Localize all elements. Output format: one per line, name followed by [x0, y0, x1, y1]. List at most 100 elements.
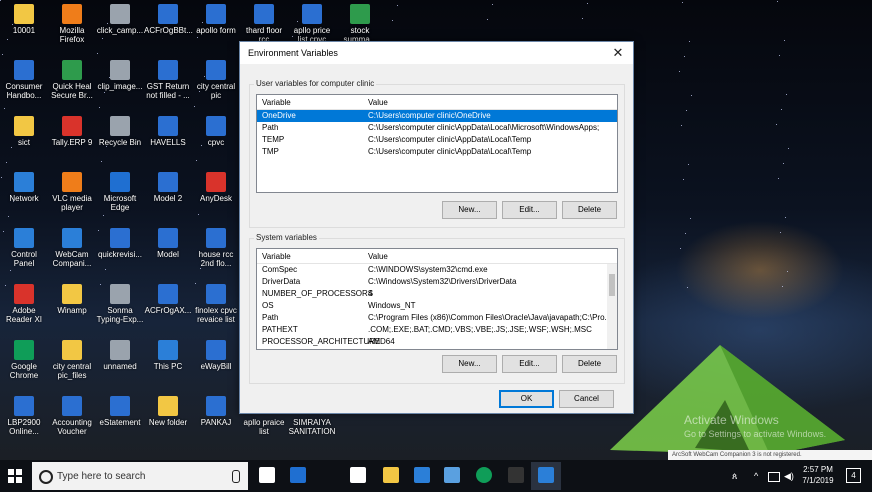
desktop-icon[interactable]: WebCam Compani...: [48, 228, 96, 268]
microphone-icon[interactable]: [232, 470, 240, 483]
column-header-variable[interactable]: Variable: [262, 98, 291, 107]
desktop-icon[interactable]: apollo form: [192, 4, 240, 35]
desktop-icon[interactable]: unnamed: [96, 340, 144, 371]
desktop-icon[interactable]: Winamp: [48, 284, 96, 315]
system-variables-list[interactable]: Variable Value ComSpec C:\WINDOWS\system3…: [256, 248, 618, 350]
task-view-icon[interactable]: [259, 467, 275, 483]
list-row[interactable]: ComSpec C:\WINDOWS\system32\cmd.exe: [257, 264, 617, 276]
user-edit-button[interactable]: Edit...: [502, 201, 557, 219]
notification-center-icon[interactable]: 4: [846, 468, 861, 483]
desktop-icon[interactable]: PANKAJ: [192, 396, 240, 427]
app-icon[interactable]: [414, 467, 430, 483]
system-delete-button[interactable]: Delete: [562, 355, 617, 373]
close-icon[interactable]: ✕: [609, 44, 627, 62]
edge-icon[interactable]: [290, 467, 306, 483]
desktop-icon[interactable]: ACFrOgAX...: [144, 284, 192, 315]
desktop-icon[interactable]: Consumer Handbo...: [0, 60, 48, 100]
list-row[interactable]: TEMP C:\Users\computer clinic\AppData\Loc…: [257, 134, 617, 146]
desktop-icon[interactable]: city central pic_files: [48, 340, 96, 380]
list-row[interactable]: OneDrive C:\Users\computer clinic\OneDriv…: [257, 110, 617, 122]
desktop-icon[interactable]: Recycle Bin: [96, 116, 144, 147]
list-row[interactable]: NUMBER_OF_PROCESSORS 4: [257, 288, 617, 300]
cmd-icon[interactable]: [508, 467, 524, 483]
arcsoft-banner[interactable]: ArcSoft WebCam Companion 3 is not regist…: [668, 450, 872, 460]
user-new-button[interactable]: New...: [442, 201, 497, 219]
column-header-value[interactable]: Value: [368, 252, 388, 261]
desktop-icon[interactable]: Adobe Reader XI: [0, 284, 48, 324]
desktop-icon[interactable]: LBP2900 Online...: [0, 396, 48, 436]
clock[interactable]: 2:57 PM 7/1/2019: [802, 464, 834, 486]
list-row[interactable]: DriverData C:\Windows\System32\Drivers\Dr…: [257, 276, 617, 288]
desktop-icon[interactable]: sict: [0, 116, 48, 147]
list-row[interactable]: Path C:\Program Files (x86)\Common Files\…: [257, 312, 617, 324]
desktop-icon[interactable]: thard floor rcc: [240, 4, 288, 44]
star: [778, 178, 779, 179]
desktop-icon[interactable]: AnyDesk: [192, 172, 240, 203]
scrollbar-thumb[interactable]: [609, 274, 615, 296]
desktop-icon[interactable]: Google Chrome: [0, 340, 48, 380]
desktop-icon[interactable]: house rcc 2nd flo...: [192, 228, 240, 268]
app-icon[interactable]: [444, 467, 460, 483]
ime-indicator[interactable]: ጰ: [732, 471, 737, 482]
desktop-icon[interactable]: VLC media player: [48, 172, 96, 212]
file-explorer-icon[interactable]: [383, 467, 399, 483]
desktop-icon-label: Quick Heal Secure Br...: [51, 82, 93, 100]
volume-icon[interactable]: ◀): [784, 471, 794, 482]
user-variables-list[interactable]: Variable Value OneDrive C:\Users\computer…: [256, 94, 618, 193]
desktop-icon[interactable]: Model: [144, 228, 192, 259]
start-button[interactable]: [8, 469, 22, 483]
desktop-icon[interactable]: stock summa...: [336, 4, 384, 44]
system-edit-button[interactable]: Edit...: [502, 355, 557, 373]
cancel-button[interactable]: Cancel: [559, 390, 614, 408]
ok-button[interactable]: OK: [499, 390, 554, 408]
list-row[interactable]: TMP C:\Users\computer clinic\AppData\Loca…: [257, 146, 617, 158]
star: [492, 4, 493, 5]
desktop-icon[interactable]: eWayBill: [192, 340, 240, 371]
desktop-icon[interactable]: Mozilla Firefox: [48, 4, 96, 44]
network-icon[interactable]: [768, 472, 780, 482]
desktop-icon[interactable]: Tally.ERP 9: [48, 116, 96, 147]
variable-name: DriverData: [262, 277, 301, 286]
desktop-icon[interactable]: click_camp...: [96, 4, 144, 35]
desktop-icon[interactable]: cpvc: [192, 116, 240, 147]
list-row[interactable]: OS Windows_NT: [257, 300, 617, 312]
desktop-icon[interactable]: Control Panel: [0, 228, 48, 268]
desktop-icon[interactable]: ACFrOgBBt...: [144, 4, 193, 35]
desktop-icon[interactable]: Microsoft Edge: [96, 172, 144, 212]
star: [105, 269, 106, 270]
desktop-icon[interactable]: Quick Heal Secure Br...: [48, 60, 96, 100]
desktop-icon-label: 10001: [12, 26, 36, 35]
pdf-icon: [206, 396, 226, 416]
system-new-button[interactable]: New...: [442, 355, 497, 373]
desktop-icon[interactable]: New folder: [144, 396, 192, 427]
chrome-icon[interactable]: [476, 467, 492, 483]
desktop-icon[interactable]: quickrevisi...: [96, 228, 144, 259]
list-row[interactable]: PROCESSOR_ARCHITECTURE AMD64: [257, 336, 617, 348]
system-list-scrollbar[interactable]: [607, 264, 617, 349]
desktop-icon[interactable]: finolex cpvc revaice list: [192, 284, 240, 324]
desktop-icon[interactable]: clip_image...: [96, 60, 144, 91]
desktop-icon[interactable]: Model 2: [144, 172, 192, 203]
star: [196, 160, 197, 161]
desktop-icon[interactable]: This PC: [144, 340, 192, 371]
store-icon[interactable]: [350, 467, 366, 483]
star: [10, 270, 11, 271]
show-hidden-icons-icon[interactable]: ^: [754, 471, 758, 481]
desktop-icon[interactable]: Sonma Typing-Exp...: [96, 284, 144, 324]
desktop-icon[interactable]: eStatement: [96, 396, 144, 427]
user-delete-button[interactable]: Delete: [562, 201, 617, 219]
system-properties-icon[interactable]: [538, 467, 554, 483]
column-header-variable[interactable]: Variable: [262, 252, 291, 261]
desktop-icon[interactable]: Accounting Voucher: [48, 396, 96, 436]
desktop-icon[interactable]: GST Return not filled - ...: [144, 60, 192, 100]
column-header-value[interactable]: Value: [368, 98, 388, 107]
desktop-icon[interactable]: city central pic: [192, 60, 240, 100]
desktop-icon[interactable]: apllo price list cpvc: [288, 4, 336, 44]
dialog-titlebar[interactable]: Environment Variables ✕: [240, 42, 633, 64]
desktop-icon[interactable]: 10001: [0, 4, 48, 35]
taskbar-search-box[interactable]: Type here to search: [32, 462, 248, 490]
list-row[interactable]: Path C:\Users\computer clinic\AppData\Loc…: [257, 122, 617, 134]
list-row[interactable]: PATHEXT .COM;.EXE;.BAT;.CMD;.VBS;.VBE;.JS…: [257, 324, 617, 336]
desktop-icon[interactable]: HAVELLS: [144, 116, 192, 147]
desktop-icon[interactable]: Network: [0, 172, 48, 203]
